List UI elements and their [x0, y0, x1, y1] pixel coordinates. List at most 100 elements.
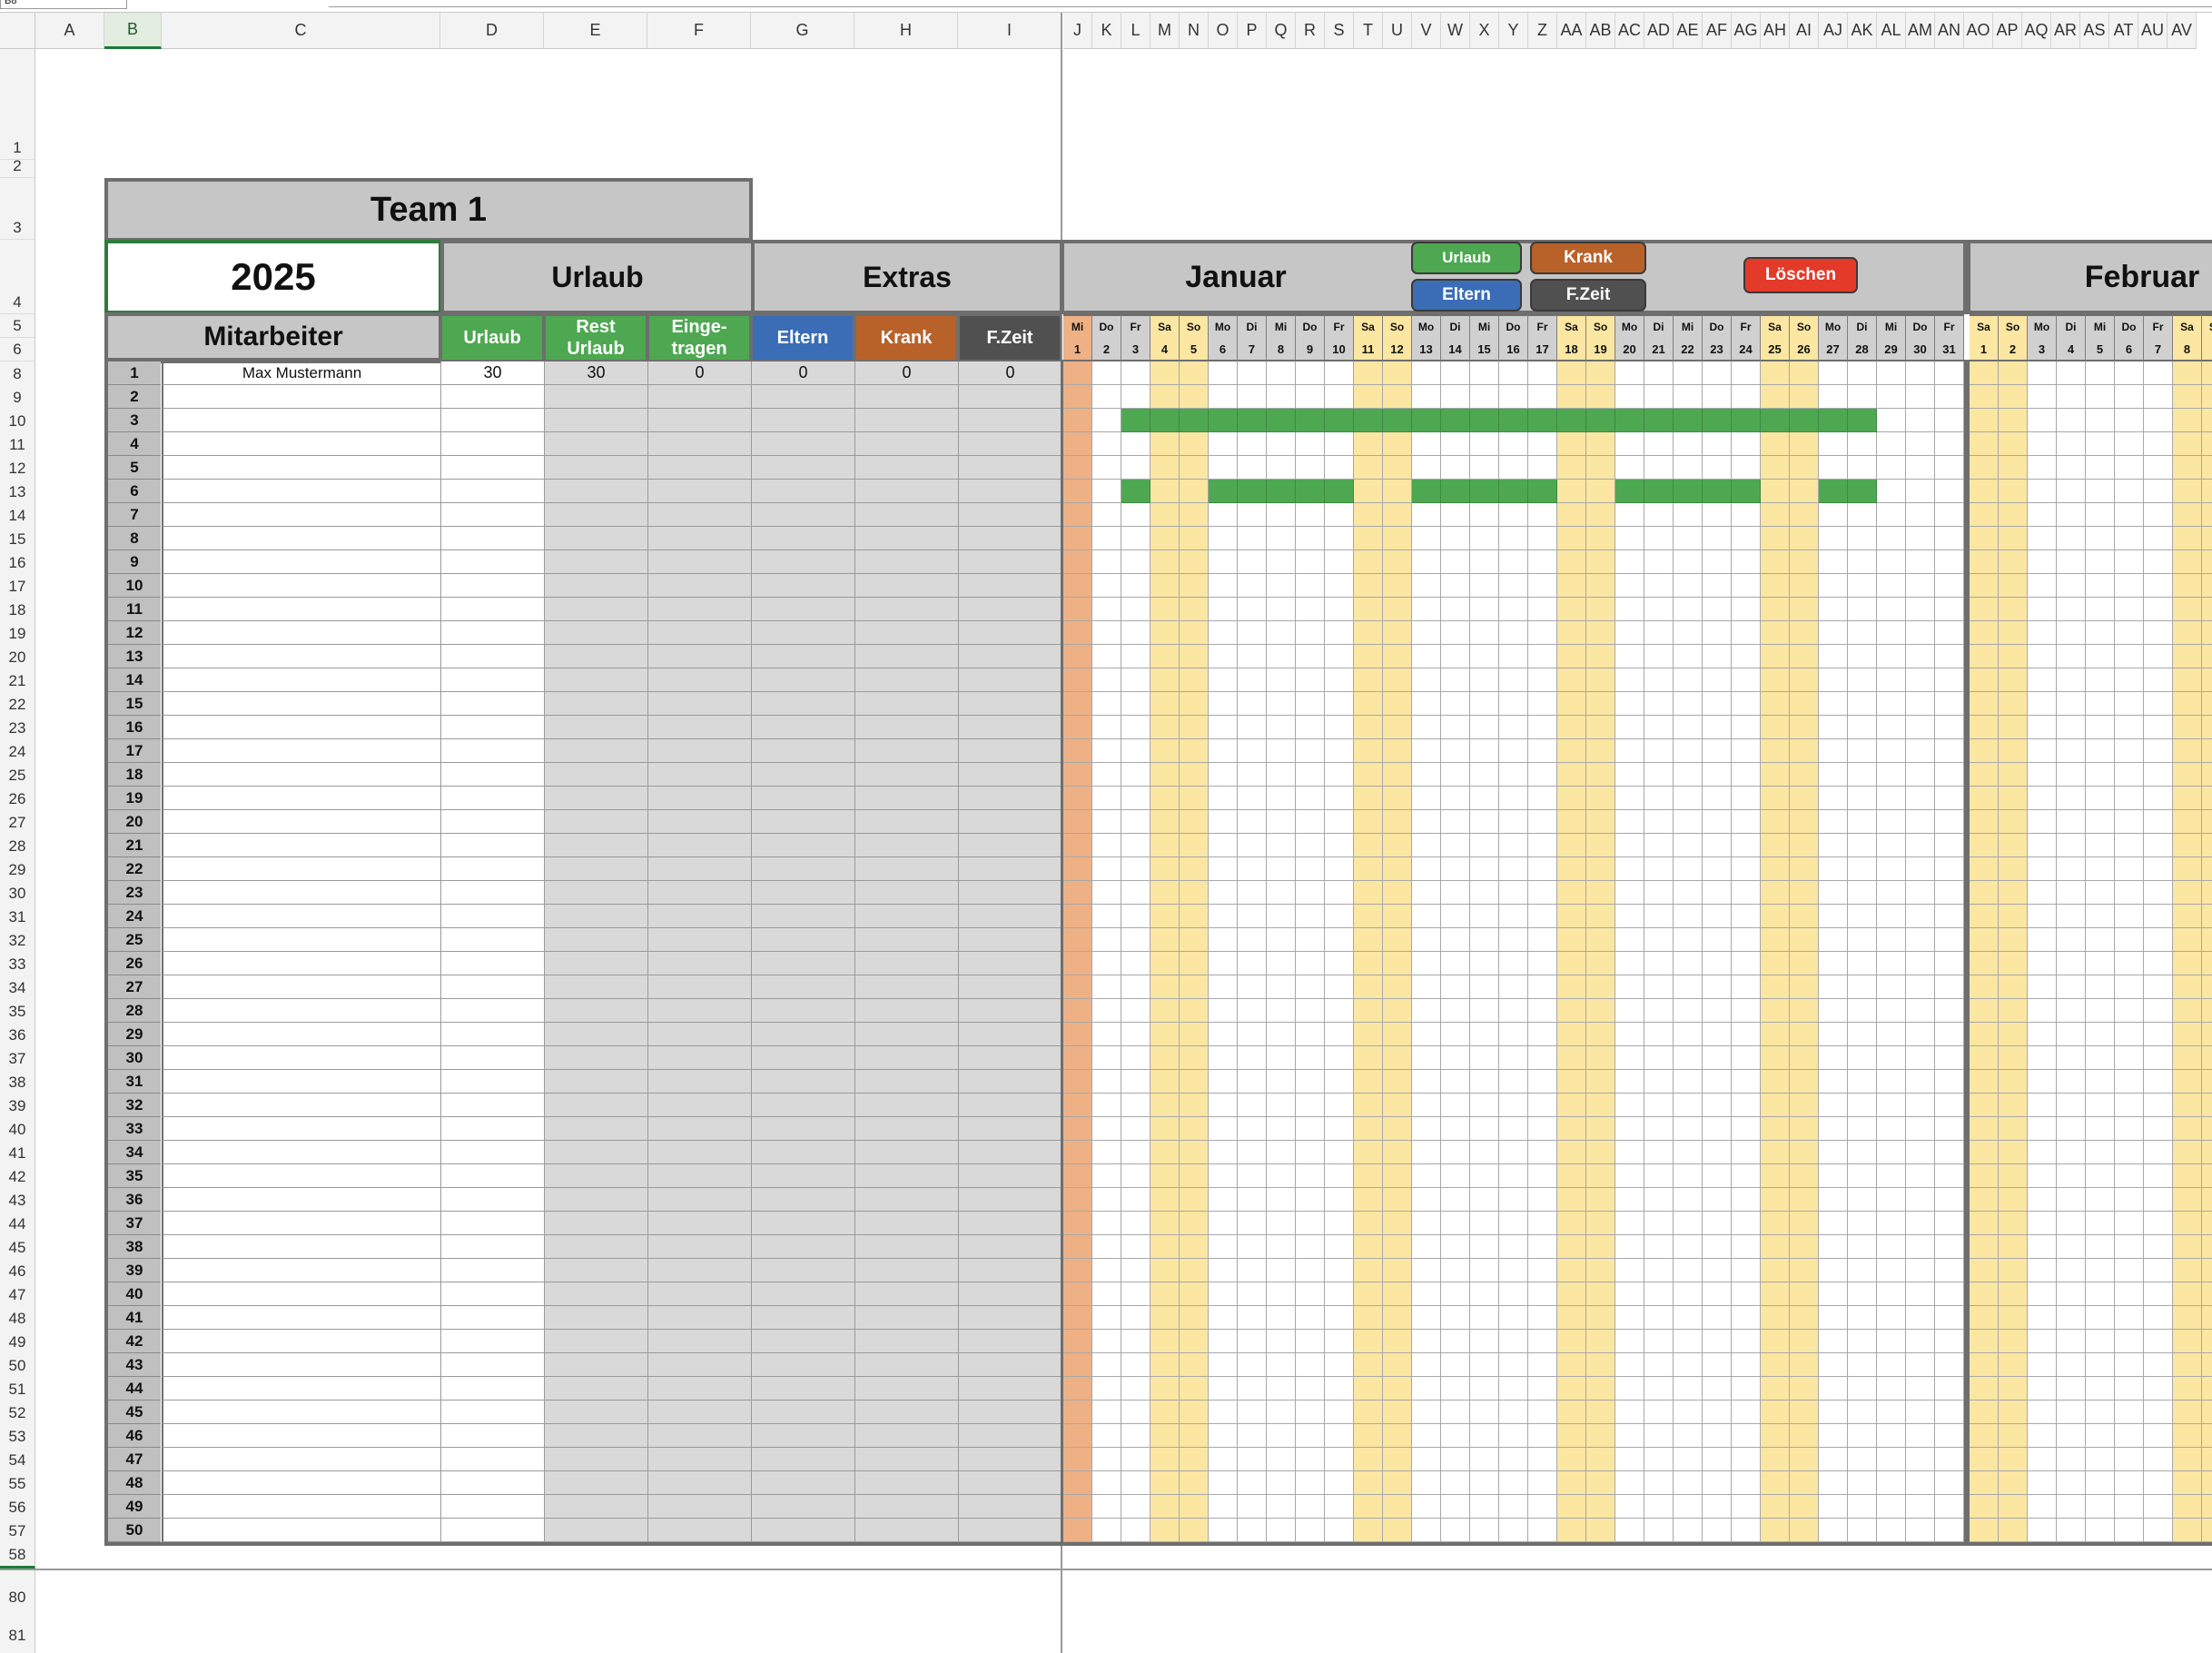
- day-cell[interactable]: [1761, 1424, 1790, 1448]
- day-cell[interactable]: [1615, 857, 1644, 881]
- entry-urlaub[interactable]: [1703, 480, 1732, 503]
- employee-eingetragen-cell[interactable]: [647, 480, 751, 503]
- day-cell[interactable]: [1848, 503, 1877, 527]
- day-cell[interactable]: [1848, 1212, 1877, 1235]
- day-cell[interactable]: [1063, 1401, 1092, 1424]
- day-cell[interactable]: [1267, 1353, 1296, 1377]
- day-cell[interactable]: [1092, 645, 1121, 668]
- day-cell[interactable]: [2057, 645, 2086, 668]
- employee-name-cell[interactable]: [162, 999, 440, 1023]
- day-cell[interactable]: [1586, 456, 1615, 480]
- day-cell[interactable]: [2202, 527, 2212, 550]
- employee-krank-cell[interactable]: [854, 456, 958, 480]
- day-cell[interactable]: [1150, 550, 1180, 574]
- entry-urlaub[interactable]: [1441, 480, 1470, 503]
- day-cell[interactable]: [1877, 763, 1906, 787]
- day-cell[interactable]: [2144, 1519, 2173, 1542]
- day-cell[interactable]: [1238, 834, 1267, 857]
- day-cell[interactable]: [1296, 385, 1325, 409]
- employee-eingetragen-cell[interactable]: [647, 739, 751, 763]
- day-cell[interactable]: [1412, 1188, 1441, 1212]
- day-cell[interactable]: [1703, 1212, 1732, 1235]
- day-cell[interactable]: [2144, 1401, 2173, 1424]
- day-cell[interactable]: [2173, 810, 2202, 834]
- day-cell[interactable]: [1848, 361, 1877, 385]
- entry-urlaub[interactable]: [1557, 409, 1586, 432]
- day-cell[interactable]: [2028, 1188, 2057, 1212]
- column-header-p[interactable]: P: [1238, 13, 1267, 49]
- day-cell[interactable]: [1644, 1117, 1674, 1141]
- day-cell[interactable]: [1441, 645, 1470, 668]
- day-cell[interactable]: [1063, 409, 1092, 432]
- entry-urlaub[interactable]: [1615, 409, 1644, 432]
- day-cell[interactable]: [1732, 598, 1761, 621]
- employee-fzeit-cell[interactable]: [958, 574, 1062, 598]
- day-cell[interactable]: [1296, 1330, 1325, 1353]
- entry-urlaub[interactable]: [1499, 409, 1528, 432]
- day-cell[interactable]: [2202, 1070, 2212, 1094]
- day-cell[interactable]: [1150, 527, 1180, 550]
- day-cell[interactable]: [1819, 1259, 1848, 1282]
- row-header-24[interactable]: 24: [0, 739, 35, 763]
- day-cell[interactable]: [1528, 621, 1557, 645]
- day-cell[interactable]: [1906, 503, 1935, 527]
- day-cell[interactable]: [1209, 1471, 1238, 1495]
- day-cell[interactable]: [1325, 574, 1354, 598]
- day-cell[interactable]: [1703, 1046, 1732, 1070]
- day-cell[interactable]: [1209, 1188, 1238, 1212]
- day-cell[interactable]: [1906, 692, 1935, 716]
- day-cell[interactable]: [2115, 999, 2144, 1023]
- day-cell[interactable]: [2115, 692, 2144, 716]
- day-cell[interactable]: [2057, 361, 2086, 385]
- day-cell[interactable]: [1383, 716, 1412, 739]
- day-cell[interactable]: [1703, 787, 1732, 810]
- row-header-49[interactable]: 49: [0, 1330, 35, 1353]
- employee-eingetragen-cell[interactable]: [647, 1117, 751, 1141]
- day-cell[interactable]: [1412, 432, 1441, 456]
- day-cell[interactable]: [1121, 1070, 1150, 1094]
- day-cell[interactable]: [2086, 480, 2115, 503]
- day-cell[interactable]: [1325, 645, 1354, 668]
- day-cell[interactable]: [1180, 1495, 1209, 1519]
- employee-rest-cell[interactable]: [544, 905, 647, 928]
- day-cell[interactable]: [1703, 716, 1732, 739]
- day-cell[interactable]: [1819, 1164, 1848, 1188]
- day-cell[interactable]: [1970, 1141, 1999, 1164]
- day-cell[interactable]: [1935, 409, 1964, 432]
- day-cell[interactable]: [1528, 1282, 1557, 1306]
- day-cell[interactable]: [1586, 1023, 1615, 1046]
- day-cell[interactable]: [1848, 881, 1877, 905]
- day-cell[interactable]: [1267, 456, 1296, 480]
- column-header-y[interactable]: Y: [1499, 13, 1528, 49]
- day-cell[interactable]: [1906, 1282, 1935, 1306]
- day-cell[interactable]: [1790, 1424, 1819, 1448]
- day-cell[interactable]: [1441, 432, 1470, 456]
- day-cell[interactable]: [1935, 692, 1964, 716]
- column-header-am[interactable]: AM: [1906, 13, 1935, 49]
- day-cell[interactable]: [1238, 1306, 1267, 1330]
- day-cell[interactable]: [1615, 1094, 1644, 1117]
- day-cell[interactable]: [1150, 432, 1180, 456]
- day-cell[interactable]: [1877, 1448, 1906, 1471]
- day-cell[interactable]: [1092, 527, 1121, 550]
- day-cell[interactable]: [1063, 716, 1092, 739]
- day-cell[interactable]: [1935, 857, 1964, 881]
- day-cell[interactable]: [1499, 834, 1528, 857]
- day-cell[interactable]: [1935, 1471, 1964, 1495]
- day-cell[interactable]: [2115, 550, 2144, 574]
- employee-rest-cell[interactable]: [544, 999, 647, 1023]
- day-cell[interactable]: [1209, 361, 1238, 385]
- day-cell[interactable]: [1238, 550, 1267, 574]
- day-cell[interactable]: [1092, 739, 1121, 763]
- day-cell[interactable]: [1732, 527, 1761, 550]
- day-cell[interactable]: [1935, 999, 1964, 1023]
- day-cell[interactable]: [1267, 574, 1296, 598]
- day-cell[interactable]: [1790, 787, 1819, 810]
- employee-rest-cell[interactable]: [544, 1424, 647, 1448]
- day-cell[interactable]: [1180, 1377, 1209, 1401]
- day-cell[interactable]: [1063, 645, 1092, 668]
- day-cell[interactable]: [1209, 1401, 1238, 1424]
- employee-eingetragen-cell[interactable]: [647, 1471, 751, 1495]
- employee-krank-cell[interactable]: [854, 834, 958, 857]
- day-cell[interactable]: [1499, 1424, 1528, 1448]
